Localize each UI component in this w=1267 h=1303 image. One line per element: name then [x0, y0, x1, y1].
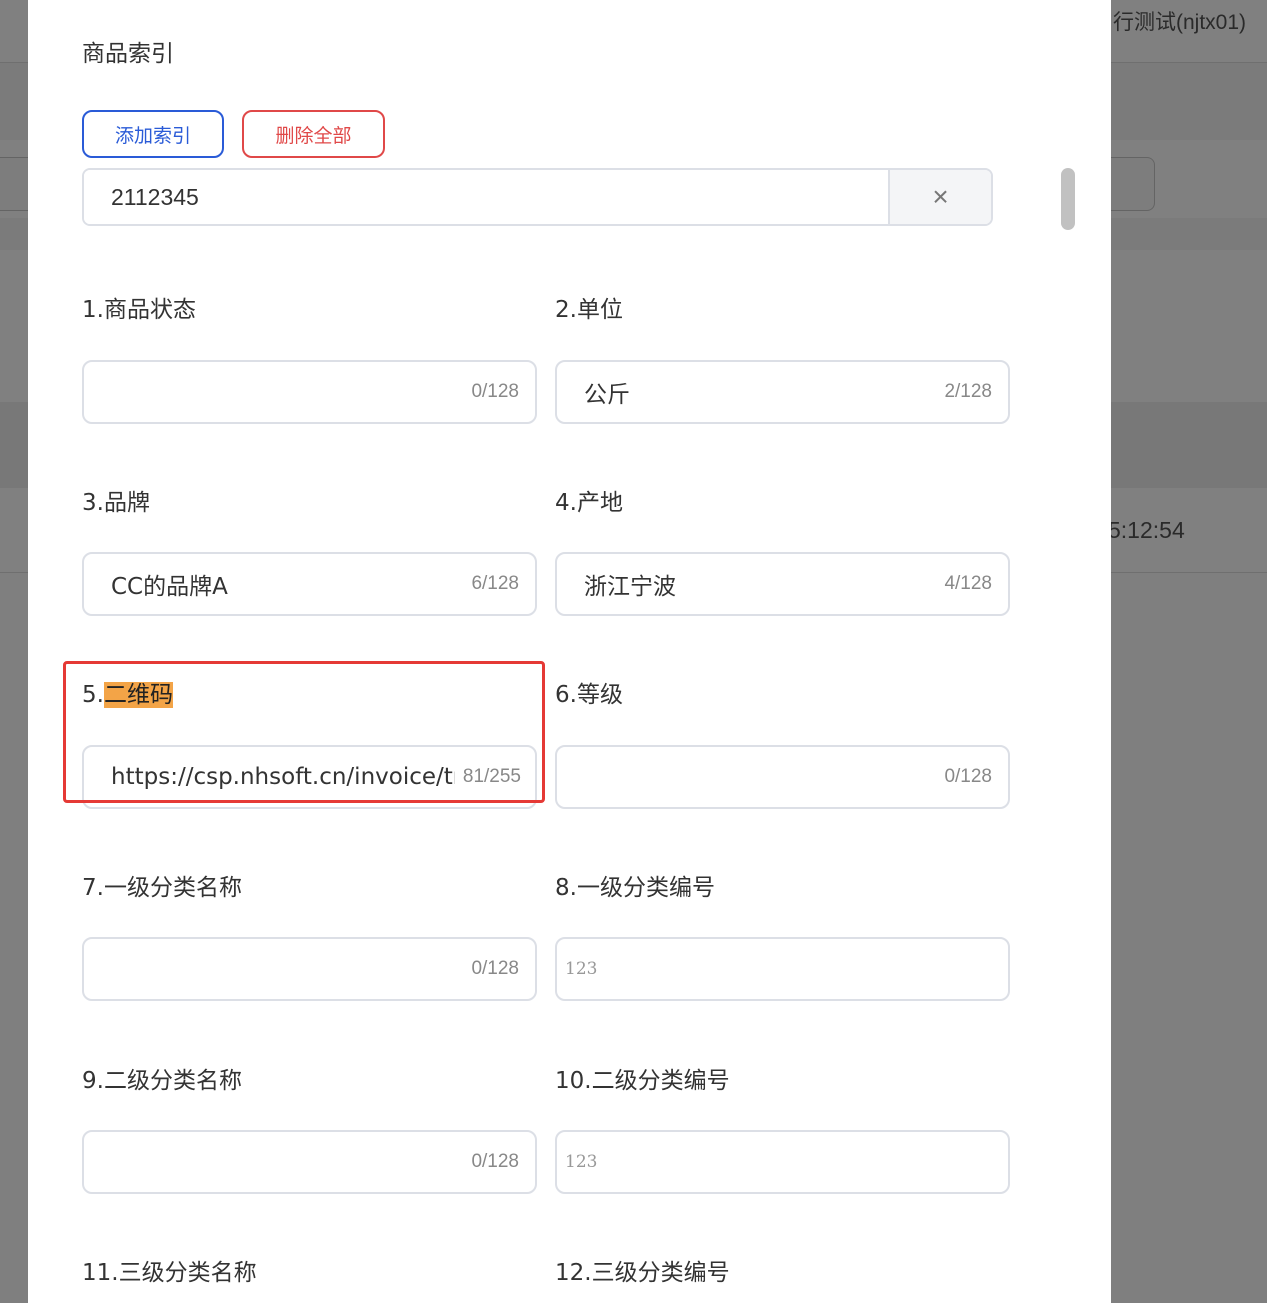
char-count: 0/128: [944, 766, 992, 787]
field-qrcode: 81/255: [82, 745, 537, 809]
field-origin: 4/128: [555, 552, 1010, 616]
bg-input-left: [0, 157, 29, 211]
category1-code-input[interactable]: [557, 958, 1008, 980]
field-brand: 6/128: [82, 552, 537, 616]
index-input[interactable]: [84, 170, 888, 224]
goods-status-input[interactable]: [84, 378, 464, 406]
field-label-origin: 4.产地: [555, 490, 623, 516]
field-label-prefix: 5.: [82, 682, 104, 708]
field-label-category3-name: 11.三级分类名称: [82, 1260, 257, 1286]
field-label-qrcode: 5.二维码: [82, 675, 173, 709]
char-count: 6/128: [471, 573, 519, 594]
field-label-category3-code: 12.三级分类编号: [555, 1260, 730, 1286]
field-category2-name: 0/128: [82, 1130, 537, 1194]
field-label-brand: 3.品牌: [82, 490, 150, 516]
field-grade: 0/128: [555, 745, 1010, 809]
index-row: ×: [82, 168, 993, 226]
field-unit: 2/128: [555, 360, 1010, 424]
field-category1-name: 0/128: [82, 937, 537, 1001]
field-goods-status: 0/128: [82, 360, 537, 424]
char-count: 0/128: [471, 1151, 519, 1172]
brand-input[interactable]: [84, 570, 464, 598]
delete-all-button[interactable]: 删除全部: [242, 110, 385, 158]
field-label-category1-name: 7.一级分类名称: [82, 875, 242, 901]
bg-time-text: 5:12:54: [1108, 517, 1185, 543]
category1-name-input[interactable]: [84, 955, 464, 983]
field-label-grade: 6.等级: [555, 682, 623, 708]
grade-input[interactable]: [557, 763, 937, 791]
clear-index-button[interactable]: ×: [888, 170, 991, 224]
field-label-category1-code: 8.一级分类编号: [555, 875, 715, 901]
field-label-unit: 2.单位: [555, 297, 623, 323]
bg-user-label: 行测试(njtx01): [1113, 11, 1247, 34]
add-index-button[interactable]: 添加索引: [82, 110, 224, 158]
char-count: 4/128: [944, 573, 992, 594]
field-label-category2-name: 9.二级分类名称: [82, 1068, 242, 1094]
char-count: 0/128: [471, 958, 519, 979]
category2-name-input[interactable]: [84, 1148, 464, 1176]
char-count: 0/128: [471, 381, 519, 402]
origin-input[interactable]: [557, 570, 937, 598]
close-icon: ×: [932, 181, 949, 212]
field-category2-code: [555, 1130, 1010, 1194]
scrollbar-thumb[interactable]: [1061, 168, 1075, 230]
search-highlight: 二维码: [103, 682, 173, 708]
field-category1-code: [555, 937, 1010, 1001]
char-count: 2/128: [944, 381, 992, 402]
field-label-category2-code: 10.二级分类编号: [555, 1068, 730, 1094]
goods-index-drawer: 商品索引 添加索引 删除全部 × 1.商品状态 2.单位 0/128 2/128…: [28, 0, 1111, 1303]
unit-input[interactable]: [557, 378, 937, 406]
char-count: 81/255: [462, 766, 521, 787]
section-title: 商品索引: [82, 41, 174, 67]
field-label-goods-status: 1.商品状态: [82, 297, 196, 323]
qrcode-input[interactable]: [84, 763, 457, 791]
category2-code-input[interactable]: [557, 1151, 1008, 1173]
